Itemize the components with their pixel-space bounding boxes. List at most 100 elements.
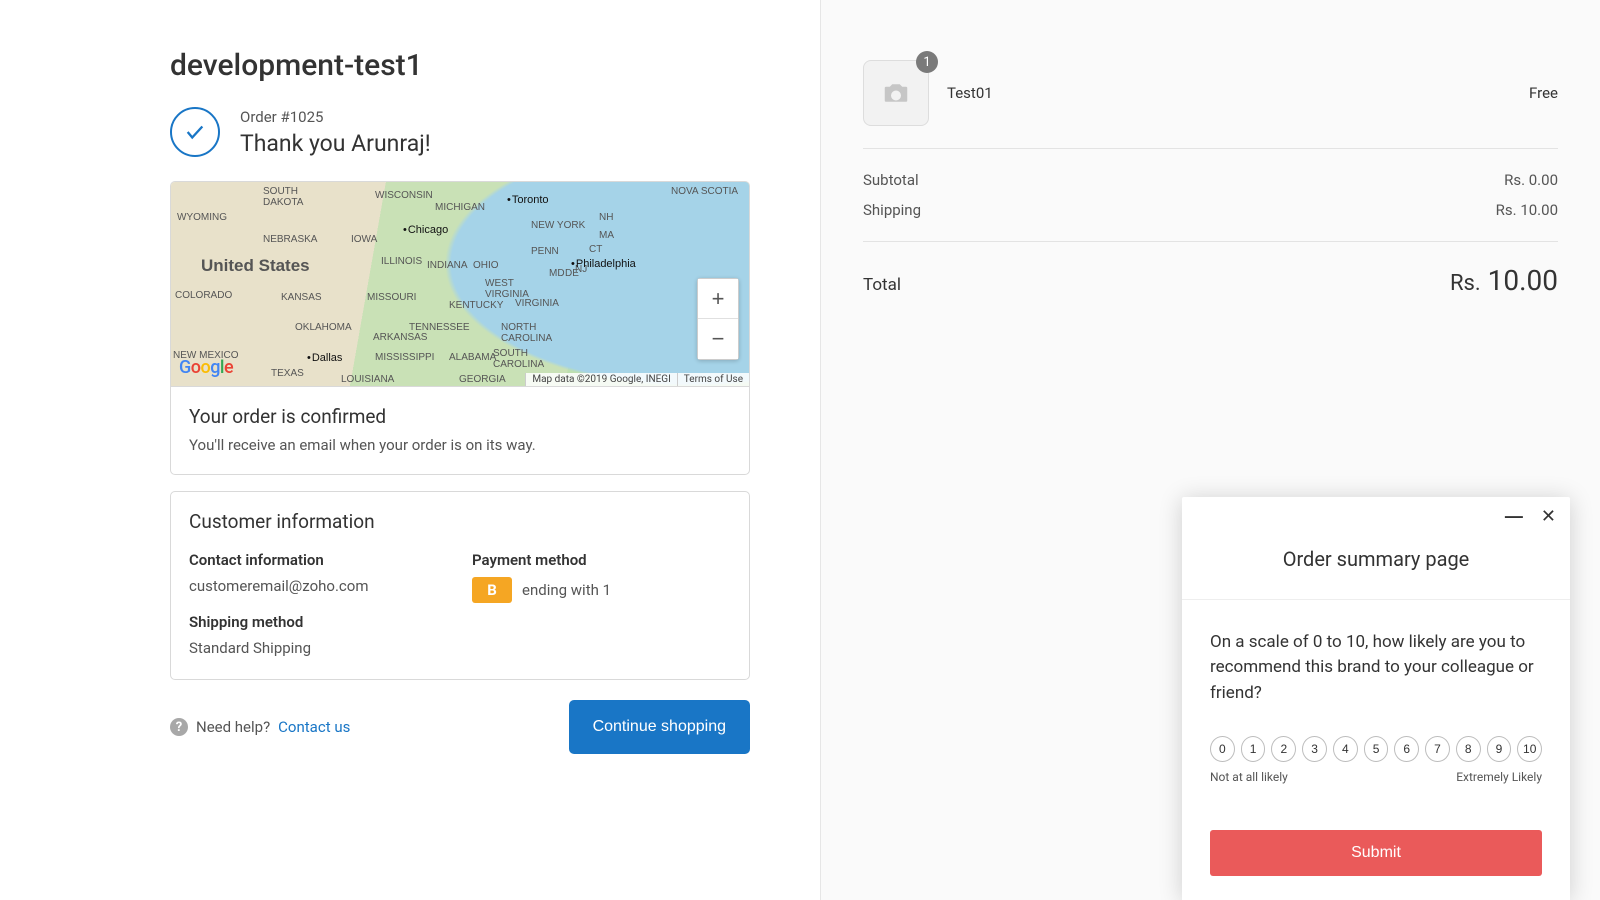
payment-brand-icon: B bbox=[472, 577, 512, 603]
map-label: ALABAMA bbox=[449, 352, 496, 363]
payment-method-heading: Payment method bbox=[472, 551, 731, 569]
map-label: PENN bbox=[531, 246, 559, 257]
customer-info-card: Customer information Contact information… bbox=[170, 491, 750, 680]
nps-option-4[interactable]: 4 bbox=[1333, 736, 1358, 762]
order-number: Order #1025 bbox=[240, 108, 431, 126]
zoom-in-button[interactable]: + bbox=[698, 279, 738, 319]
map-label: MISSISSIPPI bbox=[375, 352, 434, 363]
nps-option-5[interactable]: 5 bbox=[1364, 736, 1389, 762]
nps-low-label: Not at all likely bbox=[1210, 770, 1288, 784]
close-button[interactable]: ✕ bbox=[1541, 507, 1556, 525]
map-label: NEW YORK bbox=[531, 220, 585, 231]
line-item: 1 Test01 Free bbox=[863, 60, 1558, 149]
quantity-badge: 1 bbox=[916, 51, 938, 73]
map-label: KANSAS bbox=[281, 292, 322, 303]
confirmation-card: United States SOUTH DAKOTA WYOMING NEBRA… bbox=[170, 181, 750, 475]
map-label: LOUISIANA bbox=[341, 374, 394, 385]
google-logo: Google bbox=[179, 357, 233, 378]
nps-option-2[interactable]: 2 bbox=[1271, 736, 1296, 762]
total-label: Total bbox=[863, 275, 901, 295]
map-label: OHIO bbox=[473, 260, 499, 271]
map-label: MICHIGAN bbox=[435, 202, 485, 213]
nps-option-6[interactable]: 6 bbox=[1394, 736, 1419, 762]
subtotal-label: Subtotal bbox=[863, 171, 919, 189]
map-label: TEXAS bbox=[271, 368, 304, 379]
survey-title: Order summary page bbox=[1182, 529, 1570, 600]
survey-popup: — ✕ Order summary page On a scale of 0 t… bbox=[1182, 497, 1570, 900]
nps-option-0[interactable]: 0 bbox=[1210, 736, 1235, 762]
nps-option-8[interactable]: 8 bbox=[1456, 736, 1481, 762]
shipping-value: Rs. 10.00 bbox=[1496, 201, 1558, 219]
minimize-button[interactable]: — bbox=[1505, 507, 1523, 525]
map-label: IOWA bbox=[351, 234, 377, 245]
map-label: VIRGINIA bbox=[515, 298, 559, 309]
map-label: WISCONSIN bbox=[375, 190, 433, 201]
map-label: CT bbox=[589, 244, 602, 255]
product-price: Free bbox=[1529, 84, 1558, 102]
map-label: SOUTH DAKOTA bbox=[263, 186, 303, 208]
help-text: ? Need help? Contact us bbox=[170, 718, 350, 736]
map-city: Philadelphia bbox=[571, 258, 636, 270]
order-header: Order #1025 Thank you Arunraj! bbox=[170, 107, 750, 157]
nps-option-3[interactable]: 3 bbox=[1302, 736, 1327, 762]
map[interactable]: United States SOUTH DAKOTA WYOMING NEBRA… bbox=[171, 182, 749, 387]
map-label: WEST VIRGINIA bbox=[485, 278, 529, 300]
map-attribution: Map data ©2019 Google, INEGI Terms of Us… bbox=[525, 373, 749, 386]
map-label: NOVA SCOTIA bbox=[671, 186, 738, 197]
map-label: COLORADO bbox=[175, 290, 232, 301]
shipping-method-heading: Shipping method bbox=[189, 613, 448, 631]
map-label: SOUTH CAROLINA bbox=[493, 348, 544, 370]
customer-info-heading: Customer information bbox=[189, 510, 731, 533]
map-city: Dallas bbox=[307, 352, 342, 364]
map-label: MD bbox=[549, 268, 565, 279]
contact-info-heading: Contact information bbox=[189, 551, 448, 569]
map-label: NEBRASKA bbox=[263, 234, 317, 245]
nps-option-9[interactable]: 9 bbox=[1487, 736, 1512, 762]
map-label: ILLINOIS bbox=[381, 256, 422, 267]
check-icon bbox=[170, 107, 220, 157]
nps-option-10[interactable]: 10 bbox=[1517, 736, 1542, 762]
map-label: MA bbox=[599, 230, 614, 241]
nps-scale: 0 1 2 3 4 5 6 7 8 9 10 bbox=[1210, 736, 1542, 762]
total-value: 10.00 bbox=[1488, 264, 1558, 297]
confirmation-title: Your order is confirmed bbox=[189, 405, 731, 428]
total-currency: Rs. bbox=[1450, 271, 1481, 296]
shipping-method-value: Standard Shipping bbox=[189, 639, 448, 657]
total-amount: Rs. 10.00 bbox=[1450, 264, 1558, 297]
help-icon: ? bbox=[170, 718, 188, 736]
continue-shopping-button[interactable]: Continue shopping bbox=[569, 700, 750, 754]
submit-button[interactable]: Submit bbox=[1210, 830, 1542, 876]
map-label: ARKANSAS bbox=[373, 332, 427, 343]
help-label: Need help? bbox=[196, 718, 270, 736]
map-label: MISSOURI bbox=[367, 292, 416, 303]
map-label: NH bbox=[599, 212, 613, 223]
contact-email: customeremail@zoho.com bbox=[189, 577, 448, 595]
map-zoom-control: + − bbox=[697, 278, 739, 360]
nps-option-1[interactable]: 1 bbox=[1241, 736, 1266, 762]
payment-last-digits: ending with 1 bbox=[522, 581, 611, 599]
product-name: Test01 bbox=[947, 84, 1511, 102]
thank-you-heading: Thank you Arunraj! bbox=[240, 130, 431, 157]
map-label: WYOMING bbox=[177, 212, 227, 223]
map-city: Chicago bbox=[403, 224, 448, 236]
map-label: TENNESSEE bbox=[409, 322, 470, 333]
map-label: INDIANA bbox=[427, 260, 468, 271]
map-label: GEORGIA bbox=[459, 374, 506, 385]
zoom-out-button[interactable]: − bbox=[698, 319, 738, 359]
map-label: OKLAHOMA bbox=[295, 322, 352, 333]
camera-icon bbox=[881, 78, 911, 108]
subtotal-value: Rs. 0.00 bbox=[1504, 171, 1558, 189]
survey-question: On a scale of 0 to 10, how likely are yo… bbox=[1210, 630, 1542, 707]
store-name: development-test1 bbox=[170, 48, 750, 83]
map-label: NORTH CAROLINA bbox=[501, 322, 552, 344]
map-city: Toronto bbox=[507, 194, 549, 206]
map-data-label: Map data ©2019 Google, INEGI bbox=[525, 373, 676, 386]
map-terms-link[interactable]: Terms of Use bbox=[677, 373, 749, 386]
nps-option-7[interactable]: 7 bbox=[1425, 736, 1450, 762]
shipping-label: Shipping bbox=[863, 201, 921, 219]
nps-high-label: Extremely Likely bbox=[1456, 770, 1542, 784]
map-label: KENTUCKY bbox=[449, 300, 503, 311]
map-country-label: United States bbox=[201, 256, 310, 276]
confirmation-body: You'll receive an email when your order … bbox=[189, 436, 731, 454]
contact-us-link[interactable]: Contact us bbox=[278, 718, 350, 736]
